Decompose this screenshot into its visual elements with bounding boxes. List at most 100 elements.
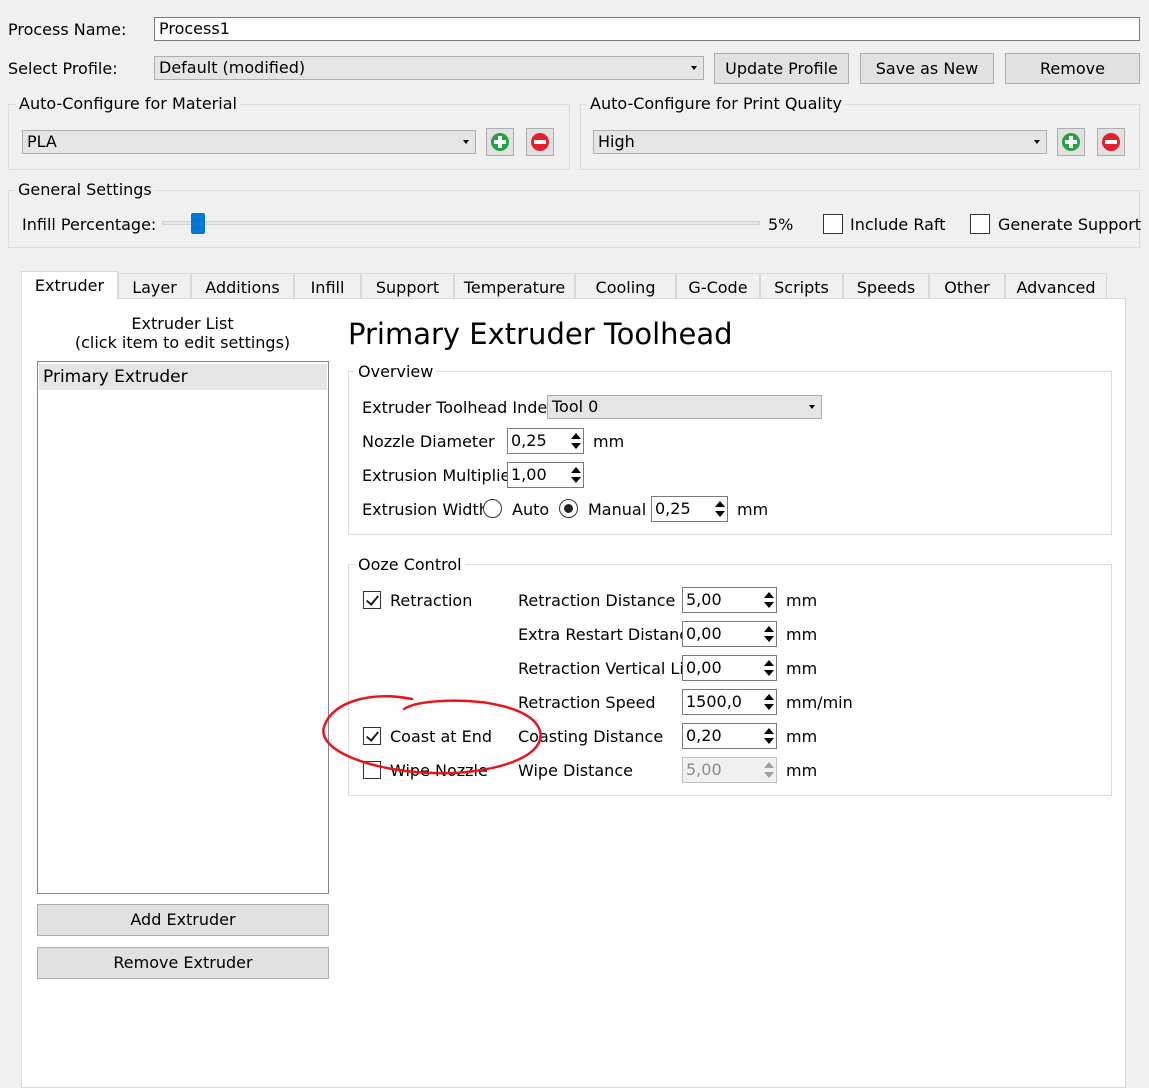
retraction-vertical-lift-spinbox[interactable]: 0,00: [682, 655, 777, 681]
tab-extruder[interactable]: Extruder: [21, 271, 118, 299]
spin-up-icon: [764, 762, 774, 768]
coasting-distance-unit: mm: [786, 727, 818, 746]
tab-speeds[interactable]: Speeds: [843, 273, 929, 298]
tab-other[interactable]: Other: [929, 273, 1005, 298]
minus-icon: [531, 133, 549, 151]
radio-dot: [564, 504, 573, 513]
spin-up-icon[interactable]: [764, 728, 774, 734]
extrusion-width-spinbox[interactable]: 0,25: [651, 496, 728, 522]
coasting-distance-spinbox[interactable]: 0,20: [682, 723, 777, 749]
annotation-stroke: [322, 695, 542, 775]
spin-buttons[interactable]: [712, 496, 728, 522]
width-manual-radio[interactable]: [559, 499, 578, 518]
spin-buttons[interactable]: [761, 587, 777, 613]
width-auto-label: Auto: [512, 500, 550, 519]
tab-layer[interactable]: Layer: [118, 273, 191, 298]
spin-up-icon[interactable]: [764, 592, 774, 598]
spin-down-icon[interactable]: [715, 511, 725, 517]
tab-support[interactable]: Support: [361, 273, 454, 298]
spin-buttons[interactable]: [761, 723, 777, 749]
spin-buttons[interactable]: [761, 655, 777, 681]
spin-up-icon[interactable]: [764, 660, 774, 666]
quality-group-title: Auto-Configure for Print Quality: [587, 94, 845, 114]
spin-down-icon[interactable]: [764, 636, 774, 642]
spin-buttons[interactable]: [761, 689, 777, 715]
include-raft-checkbox[interactable]: [823, 214, 843, 234]
spin-buttons[interactable]: [761, 621, 777, 647]
save-as-new-button[interactable]: Save as New: [860, 53, 994, 84]
spin-down-icon[interactable]: [571, 477, 581, 483]
extrusion-width-unit: mm: [737, 500, 769, 519]
minus-icon: [1102, 133, 1120, 151]
tab-temperature[interactable]: Temperature: [454, 273, 575, 298]
extrusion-multiplier-spinbox[interactable]: 1,00: [507, 462, 584, 488]
infill-slider-handle[interactable]: [191, 213, 206, 234]
retraction-checkbox[interactable]: [363, 591, 381, 609]
tab-scripts[interactable]: Scripts: [760, 273, 843, 298]
add-extruder-button[interactable]: Add Extruder: [37, 904, 329, 936]
checkmark-icon: [365, 592, 380, 606]
retraction-speed-spinbox[interactable]: 1500,0: [682, 689, 777, 715]
spin-up-icon[interactable]: [764, 694, 774, 700]
quality-select[interactable]: High: [593, 130, 1047, 154]
profile-select[interactable]: Default (modified): [154, 56, 704, 80]
coasting-distance-value[interactable]: 0,20: [682, 723, 762, 749]
overview-title: Overview: [355, 362, 437, 382]
spin-down-icon[interactable]: [764, 738, 774, 744]
width-manual-label: Manual: [588, 500, 647, 519]
tab-cooling[interactable]: Cooling: [575, 273, 676, 298]
retraction-distance-spinbox[interactable]: 5,00: [682, 587, 777, 613]
ooze-control-title: Ooze Control: [355, 555, 465, 575]
spin-buttons[interactable]: [568, 428, 584, 454]
include-raft-label: Include Raft: [850, 215, 946, 234]
spin-up-icon[interactable]: [715, 501, 725, 507]
select-profile-label: Select Profile:: [8, 59, 118, 78]
nozzle-unit: mm: [593, 432, 625, 451]
chevron-down-icon: [1034, 140, 1040, 144]
spin-down-icon[interactable]: [764, 704, 774, 710]
tab-infill[interactable]: Infill: [294, 273, 361, 298]
retraction-vertical-lift-unit: mm: [786, 659, 818, 678]
retraction-speed-unit: mm/min: [786, 693, 853, 712]
tab-page-extruder: Extruder List (click item to edit settin…: [21, 298, 1126, 1088]
retraction-distance-value[interactable]: 5,00: [682, 587, 762, 613]
tab-g-code[interactable]: G-Code: [676, 273, 760, 298]
extrusion-multiplier-value[interactable]: 1,00: [507, 462, 569, 488]
process-name-input[interactable]: Process1: [154, 17, 1140, 41]
remove-extruder-button[interactable]: Remove Extruder: [37, 947, 329, 979]
extra-restart-distance-spinbox[interactable]: 0,00: [682, 621, 777, 647]
retraction-speed-value[interactable]: 1500,0: [682, 689, 762, 715]
add-quality-button[interactable]: [1057, 128, 1085, 156]
infill-slider-track[interactable]: [162, 221, 760, 225]
extra-restart-distance-label: Extra Restart Distance: [518, 625, 698, 644]
spin-down-icon[interactable]: [764, 670, 774, 676]
material-select[interactable]: PLA: [22, 130, 476, 154]
spin-up-icon[interactable]: [571, 467, 581, 473]
spin-up-icon[interactable]: [764, 626, 774, 632]
width-auto-radio[interactable]: [483, 499, 502, 518]
tab-advanced[interactable]: Advanced: [1005, 273, 1107, 298]
spin-up-icon[interactable]: [571, 433, 581, 439]
page-title: Primary Extruder Toolhead: [348, 317, 733, 351]
nozzle-diameter-spinbox[interactable]: 0,25: [507, 428, 584, 454]
remove-profile-button[interactable]: Remove: [1005, 53, 1140, 84]
spin-down-icon[interactable]: [764, 602, 774, 608]
extruder-list[interactable]: Primary Extruder: [37, 361, 329, 894]
tab-additions[interactable]: Additions: [191, 273, 294, 298]
remove-material-button[interactable]: [526, 128, 554, 156]
list-item[interactable]: Primary Extruder: [39, 364, 327, 390]
annotation-circle: [322, 695, 542, 775]
plus-icon: [491, 133, 509, 151]
nozzle-diameter-value[interactable]: 0,25: [507, 428, 569, 454]
chevron-down-icon: [463, 140, 469, 144]
toolhead-index-select[interactable]: Tool 0: [547, 395, 822, 419]
extra-restart-distance-value[interactable]: 0,00: [682, 621, 762, 647]
update-profile-button[interactable]: Update Profile: [714, 53, 849, 84]
spin-buttons[interactable]: [568, 462, 584, 488]
generate-support-checkbox[interactable]: [970, 214, 990, 234]
spin-down-icon[interactable]: [571, 443, 581, 449]
retraction-vertical-lift-value[interactable]: 0,00: [682, 655, 762, 681]
remove-quality-button[interactable]: [1097, 128, 1125, 156]
add-material-button[interactable]: [486, 128, 514, 156]
extrusion-width-value[interactable]: 0,25: [651, 496, 713, 522]
